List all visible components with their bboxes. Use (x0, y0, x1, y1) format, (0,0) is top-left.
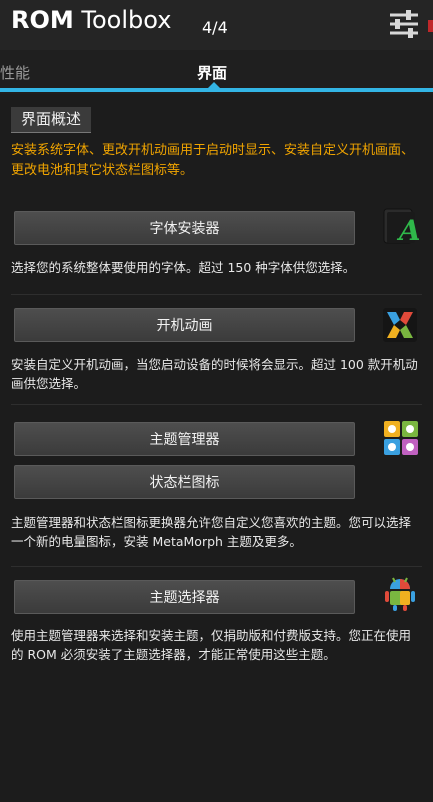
sliders-icon (390, 10, 418, 38)
font-installer-button[interactable]: 字体安装器 (14, 211, 355, 245)
page-indicator: 4/4 (202, 18, 228, 37)
tab-interface[interactable]: 界面 (197, 62, 227, 83)
theme-chooser-description: 使用主题管理器来选择和安装主题，仅捐助版和付费版支持。您正在使用的 ROM 必须… (11, 628, 412, 662)
tab-indicator-line (0, 88, 433, 92)
theme-chooser-button[interactable]: 主题选择器 (14, 580, 355, 614)
section-intro: 安装系统字体、更改开机动画用于启动时显示、安装自定义开机画面、更改电池和其它状态… (11, 143, 415, 178)
divider (11, 404, 422, 405)
divider (11, 566, 422, 567)
boot-animation-icon[interactable] (381, 306, 419, 344)
settings-button[interactable] (386, 6, 422, 42)
app-title-rest: Toolbox (73, 6, 172, 34)
divider (11, 294, 422, 295)
theme-chooser-icon[interactable] (381, 575, 419, 613)
status-bar-icons-button[interactable]: 状态栏图标 (14, 465, 355, 499)
app-title-bold: ROM (11, 6, 74, 34)
notification-edge (428, 20, 433, 32)
boot-animation-description: 安装自定义开机动画，当您启动设备的时候将会显示。超过 100 款开机动画供您选择… (11, 357, 418, 391)
action-bar: ROM Toolbox 4/4 (0, 0, 433, 50)
theme-manager-description: 主题管理器和状态栏图标更换器允许您自定义您喜欢的主题。您可以选择一个新的电量图标… (11, 515, 412, 549)
svg-text:A: A (396, 214, 419, 245)
boot-animation-button[interactable]: 开机动画 (14, 308, 355, 342)
app-title: ROM Toolbox (11, 6, 171, 34)
section-header: 界面概述 (11, 107, 92, 133)
theme-manager-icon[interactable] (382, 419, 420, 457)
tab-performance[interactable]: 性能 (0, 62, 30, 83)
font-installer-description: 选择您的系统整体要使用的字体。超过 150 种字体供您选择。 (11, 260, 356, 275)
font-installer-icon[interactable]: A (381, 207, 421, 247)
theme-manager-button[interactable]: 主题管理器 (14, 422, 355, 456)
